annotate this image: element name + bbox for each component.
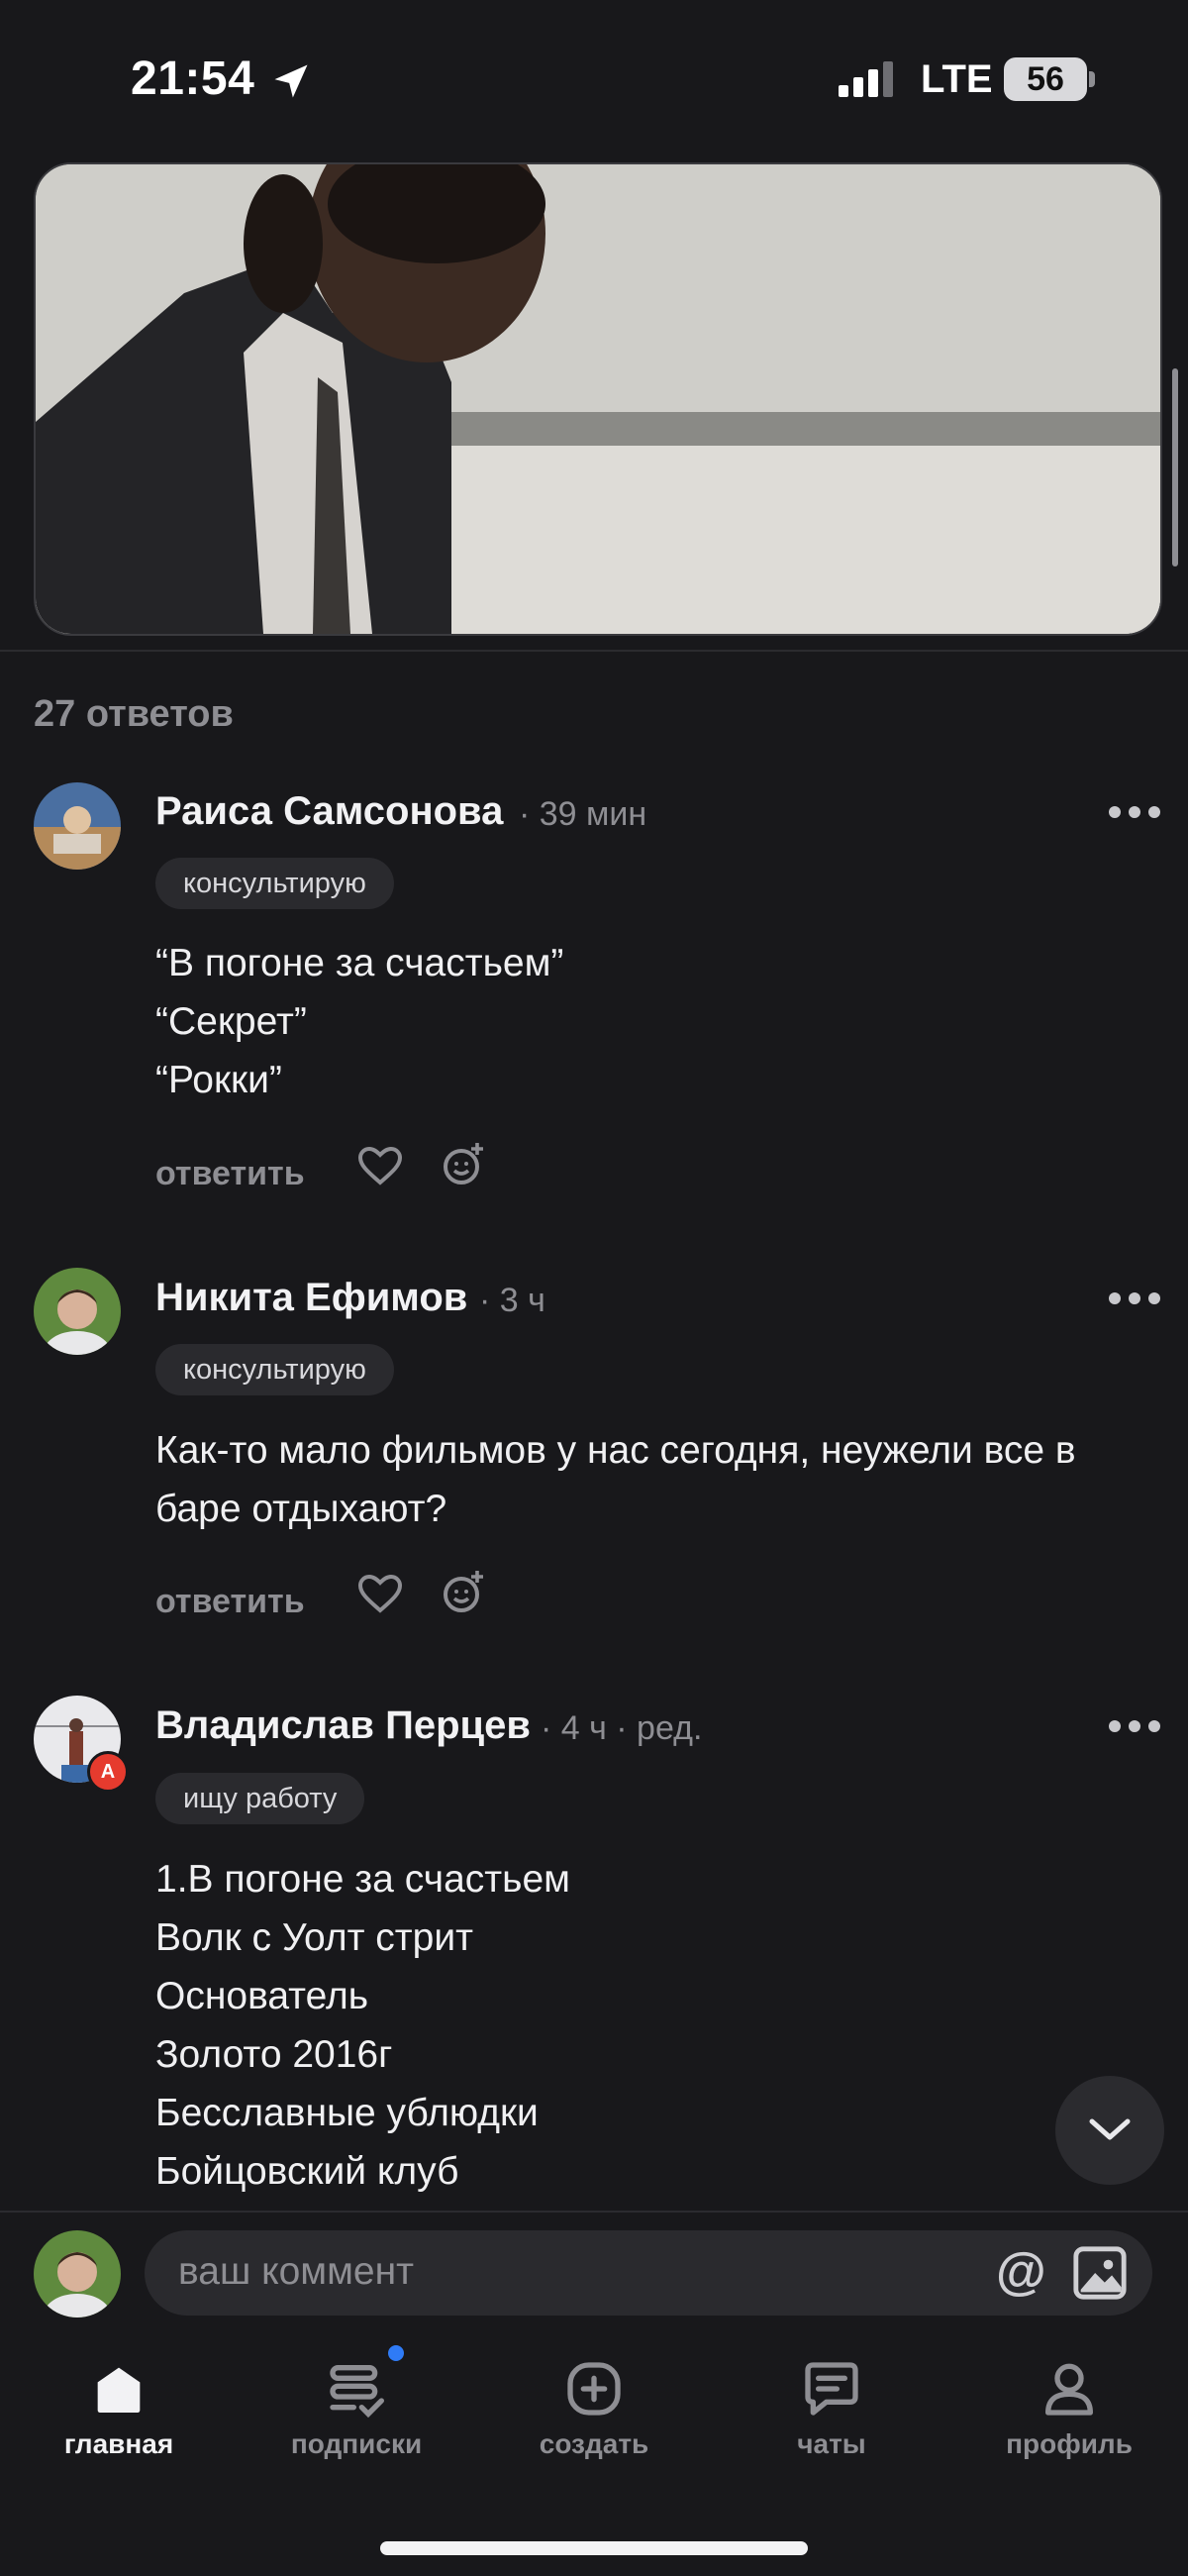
notification-dot: [388, 2345, 404, 2361]
nav-create-label: создать: [539, 2428, 649, 2459]
add-reaction-icon[interactable]: [440, 1569, 487, 1616]
battery-tip: [1089, 71, 1095, 87]
movie-still-illustration: [36, 164, 1160, 634]
image-attach-icon[interactable]: [1071, 2244, 1129, 2302]
nav-chats-label: чаты: [797, 2428, 866, 2459]
nav-subscriptions-label: подписки: [290, 2428, 423, 2459]
nav-profile[interactable]: профиль: [970, 2357, 1168, 2460]
status-tag: ищу работу: [155, 1773, 365, 1824]
scroll-down-button[interactable]: [1055, 2076, 1164, 2185]
status-time: 21:54: [131, 52, 255, 105]
status-tag: консультирую: [155, 858, 394, 909]
nav-home[interactable]: главная: [20, 2357, 218, 2460]
nav-subscriptions[interactable]: подписки: [257, 2357, 455, 2460]
comment-text: Как-то мало фильмов у нас сегодня, неуже…: [155, 1429, 1076, 1530]
location-arrow-icon: [274, 64, 308, 98]
answers-count: 27 ответов: [34, 693, 234, 735]
heart-icon[interactable]: [356, 1571, 404, 1618]
comment-text: 1.В погоне за счастьем Волк с Уолт стрит…: [155, 1858, 570, 2193]
post-image[interactable]: [34, 162, 1162, 636]
comment-time: · 4 ч · ред.: [541, 1709, 703, 1747]
company-badge: A: [87, 1751, 129, 1793]
reply-button[interactable]: ответить: [155, 1583, 305, 1621]
more-options-icon[interactable]: [1107, 802, 1162, 822]
comment-time: · 39 мин: [519, 795, 647, 833]
divider: [0, 2211, 1188, 2213]
nav-profile-label: профиль: [1006, 2428, 1133, 2459]
chevron-down-icon: [1089, 2118, 1131, 2140]
more-options-icon[interactable]: [1107, 1716, 1162, 1736]
avatar[interactable]: [34, 782, 121, 870]
more-options-icon[interactable]: [1107, 1288, 1162, 1308]
comment-text: “В погоне за счастьем” “Секрет” “Рокки”: [155, 942, 564, 1101]
battery-indicator: 56: [1004, 57, 1087, 101]
mention-icon[interactable]: @: [996, 2242, 1046, 2302]
home-indicator: [380, 2541, 808, 2555]
comment-author[interactable]: Владислав Перцев: [155, 1703, 531, 1748]
comment-author[interactable]: Никита Ефимов: [155, 1276, 467, 1320]
plus-square-icon: [567, 2362, 621, 2416]
reply-button[interactable]: ответить: [155, 1155, 305, 1193]
network-type: LTE: [921, 57, 993, 101]
chat-icon: [805, 2362, 858, 2416]
cellular-signal-icon: [839, 61, 893, 97]
person-icon: [1045, 2363, 1093, 2416]
avatar[interactable]: [34, 1268, 121, 1355]
comment-input-placeholder[interactable]: ваш коммент: [178, 2250, 414, 2294]
home-icon: [97, 2367, 141, 2413]
comment-time: · 3 ч: [479, 1282, 545, 1319]
scroll-indicator: [1172, 368, 1178, 567]
subscriptions-icon: [330, 2365, 384, 2419]
comment-author[interactable]: Раиса Самсонова: [155, 789, 503, 834]
nav-home-label: главная: [63, 2428, 174, 2459]
divider: [0, 650, 1188, 652]
current-user-avatar: [34, 2230, 121, 2318]
nav-chats[interactable]: чаты: [733, 2357, 931, 2460]
add-reaction-icon[interactable]: [440, 1141, 487, 1188]
heart-icon[interactable]: [356, 1143, 404, 1190]
nav-create[interactable]: создать: [495, 2357, 693, 2460]
status-tag: консультирую: [155, 1344, 394, 1395]
